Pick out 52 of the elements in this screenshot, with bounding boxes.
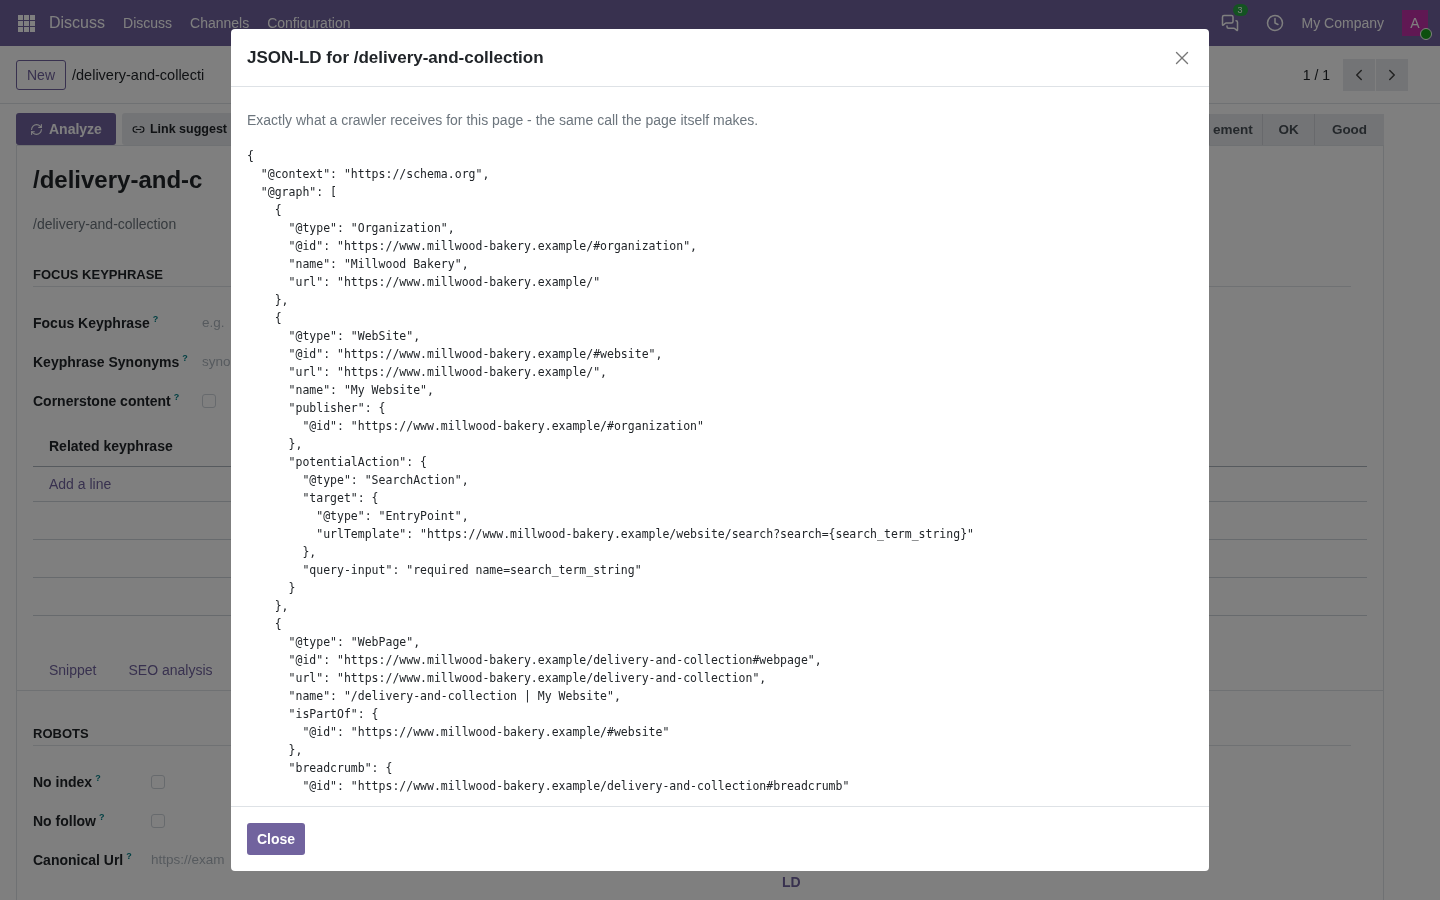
code-line: "publisher": { [287, 400, 386, 417]
code-line: }, [273, 598, 289, 615]
dialog-title: JSON-LD for /delivery-and-collection [247, 47, 544, 68]
field-label: Focus Keyphrase $^{?}$ [33, 314, 160, 331]
breadcrumb: /delivery-and-collecti [72, 66, 205, 83]
code-line: "@type": "SearchAction", [301, 472, 469, 489]
section-heading: ROBOTS [33, 726, 89, 741]
section-heading: FOCUS KEYPHRASE [33, 267, 164, 282]
code-line: "urlTemplate": "https://www.millwood-bakery.example/website/search?search={search_term_string}" [315, 526, 974, 543]
code-line: "@type": "EntryPoint", [315, 508, 469, 525]
code-line: "@type": "WebSite", [287, 328, 421, 345]
field-label: Cornerstone content $^{?}$ [33, 392, 181, 409]
code-line: "@graph": [ [259, 184, 337, 201]
field-label: Keyphrase Synonyms $^{?}$ [33, 353, 189, 370]
field-label: No follow $^{?}$ [33, 812, 106, 829]
code-line: "breadcrumb": { [287, 760, 393, 777]
code-line: "@type": "WebPage", [287, 634, 421, 651]
code-line: "name": "My Website", [287, 382, 434, 399]
code-line: "url": "https://www.millwood-bakery.example/delivery-and-collection", [287, 670, 767, 687]
column-header: Related keyphrase [49, 438, 173, 454]
dialog-description: Exactly what a crawler receives for this page - the same call the page itself makes. [247, 112, 760, 128]
code-line: "potentialAction": { [287, 454, 427, 471]
code-line: "isPartOf": { [287, 706, 379, 723]
code-line: { [273, 202, 282, 219]
code-line: "@id": "https://www.millwood-bakery.example/#organization", [287, 238, 698, 255]
code-line: "@type": "Organization", [287, 220, 455, 237]
code-line: "name": "Millwood Bakery", [287, 256, 469, 273]
code-line: }, [301, 544, 317, 561]
code-line: "@id": "https://www.millwood-bakery.example/delivery-and-collection#breadcrumb" [301, 778, 850, 795]
code-line: "@id": "https://www.millwood-bakery.example/#organization" [301, 418, 704, 435]
code-line: "query-input": "required name=search_term_string" [301, 562, 642, 579]
record-subtitle: /delivery-and-collection [33, 216, 177, 232]
code-line: "@id": "https://www.millwood-bakery.example/delivery-and-collection#webpage", [287, 652, 822, 669]
code-line: } [287, 580, 296, 597]
code-line: }, [273, 292, 289, 309]
code-line: "@id": "https://www.millwood-bakery.example/#website", [287, 346, 663, 363]
field-label: No index $^{?}$ [33, 773, 102, 790]
code-line: "url": "https://www.millwood-bakery.example/", [287, 364, 608, 381]
code-line: "@context": "https://schema.org", [259, 166, 490, 183]
code-line: "url": "https://www.millwood-bakery.example/" [287, 274, 601, 291]
message-count: 3 [1232, 4, 1248, 16]
code-line: "target": { [301, 490, 379, 507]
code-line: }, [287, 742, 303, 759]
code-line: { [247, 148, 254, 165]
code-line: "name": "/delivery-and-collection | My Website", [287, 688, 621, 705]
pager: 1 / 1 [1302, 66, 1330, 83]
field-label: Canonical Url $^{?}$ [33, 851, 133, 868]
code-line: { [273, 310, 282, 327]
record-title: /delivery-and-c [33, 165, 203, 194]
code-line: }, [287, 436, 303, 453]
code-line: { [273, 616, 282, 633]
code-line: "@id": "https://www.millwood-bakery.example/#website" [301, 724, 670, 741]
